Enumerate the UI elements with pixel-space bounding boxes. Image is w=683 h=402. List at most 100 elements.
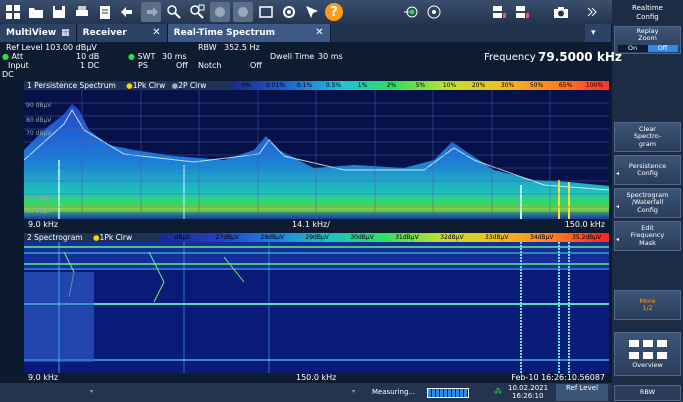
run-single-icon[interactable] bbox=[401, 2, 421, 22]
rbw-status-button[interactable]: RBW bbox=[614, 385, 681, 401]
multi-zoom-icon[interactable] bbox=[187, 2, 207, 22]
ps-value: Off bbox=[176, 61, 188, 70]
layout-icon[interactable] bbox=[489, 2, 509, 22]
expand-icon[interactable] bbox=[581, 2, 601, 22]
scale-label: 1% bbox=[357, 82, 368, 89]
close-icon[interactable]: ✕ bbox=[315, 24, 323, 42]
spectrogram-config-button[interactable]: ◂ Spectrogram /Waterfall Config bbox=[614, 188, 681, 218]
x-start: 9.0 kHz bbox=[28, 373, 59, 382]
zoom-icon[interactable] bbox=[164, 2, 184, 22]
dropdown-icon[interactable]: ▾ bbox=[90, 388, 93, 395]
scale-label: 32dBµV bbox=[440, 234, 464, 241]
x-span: 14.1 kHz/ bbox=[292, 220, 330, 229]
help-pointer-icon[interactable] bbox=[302, 2, 322, 22]
trace2-label: 2P Clrw bbox=[178, 81, 207, 90]
timestamp: Feb-10 16:26:10.56087 bbox=[511, 373, 605, 382]
frequency-value[interactable]: 79.5000 kHz bbox=[538, 50, 622, 64]
overview-button[interactable]: Overview bbox=[614, 332, 681, 376]
run-cont-icon[interactable] bbox=[424, 2, 444, 22]
measuring-label: Measuring... bbox=[372, 388, 416, 396]
scale-label: 50% bbox=[529, 82, 544, 89]
scale-label: 0.1% bbox=[296, 82, 313, 89]
scale-label: 28dBµV bbox=[260, 234, 284, 241]
scale-label: 2% bbox=[386, 82, 397, 89]
scale-label: 0.5% bbox=[325, 82, 342, 89]
spectrogram-config-label: Spectrogram /Waterfall Config bbox=[626, 190, 669, 214]
input-value: 1 DC bbox=[80, 61, 100, 70]
settings-icon[interactable] bbox=[279, 2, 299, 22]
scale-label: 10% bbox=[442, 82, 457, 89]
swt-value: 30 ms bbox=[162, 52, 187, 61]
tab-receiver[interactable]: Receiver ✕ bbox=[76, 24, 168, 42]
edit-frequency-mask-label: Edit Frequency Mask bbox=[630, 223, 665, 247]
x-start: 9.0 kHz bbox=[28, 220, 59, 229]
time: 16:26:10 bbox=[512, 392, 544, 400]
dc-label: DC bbox=[2, 70, 14, 79]
scale-label: 30% bbox=[500, 82, 515, 89]
scale-label: 0.01% bbox=[265, 82, 286, 89]
indicator-icon: ◂ bbox=[616, 203, 620, 210]
input-label: Input bbox=[8, 61, 29, 70]
tab-bar: MultiView ▦ Receiver ✕ Real-Time Spectru… bbox=[0, 24, 612, 42]
sidebar-title: Realtime Config bbox=[632, 4, 663, 21]
fullscreen-icon[interactable] bbox=[256, 2, 276, 22]
ps-label: PS bbox=[138, 61, 148, 70]
layout2-icon[interactable] bbox=[512, 2, 532, 22]
off-option[interactable]: Off bbox=[647, 44, 678, 53]
tab-multiview-label: MultiView bbox=[6, 28, 57, 38]
open-folder-icon[interactable] bbox=[26, 2, 46, 22]
indicator-icon: ◂ bbox=[616, 170, 620, 177]
zoom-fit-icon bbox=[233, 2, 253, 22]
tab-rts-label: Real-Time Spectrum bbox=[173, 28, 276, 38]
close-icon[interactable]: ✕ bbox=[152, 24, 160, 42]
on-option[interactable]: On bbox=[617, 44, 648, 53]
camera-icon[interactable] bbox=[551, 2, 571, 22]
spectrogram-color-scale: dBµV 27dBµV 28dBµV 29dBµV 30dBµV 31dBµV 32dBµV… bbox=[160, 233, 609, 242]
trace1-label: 1Pk Clrw bbox=[99, 233, 133, 242]
frequency-label: Frequency bbox=[484, 52, 536, 63]
clipboard-icon[interactable] bbox=[95, 2, 115, 22]
edit-frequency-mask-button[interactable]: ◂ Edit Frequency Mask bbox=[614, 221, 681, 251]
replay-zoom-label: Replay Zoom bbox=[636, 26, 659, 43]
persistence-config-label: Persistence Config bbox=[628, 161, 667, 177]
scale-label: 30dBµV bbox=[350, 234, 374, 241]
scale-label: 34dBµV bbox=[529, 234, 554, 241]
persistence-config-button[interactable]: ◂ Persistence Config bbox=[614, 155, 681, 185]
windows-icon[interactable] bbox=[3, 2, 23, 22]
notch-label: Notch bbox=[198, 61, 222, 70]
dwell-label: Dwell Time bbox=[270, 52, 315, 61]
scale-label: 31dBµV bbox=[395, 234, 419, 241]
scale-label: 5% bbox=[415, 82, 426, 89]
persistence-plot bbox=[24, 90, 609, 219]
print-icon[interactable] bbox=[72, 2, 92, 22]
scale-label: 0% bbox=[241, 82, 252, 89]
dropdown-icon[interactable]: ▾ bbox=[352, 388, 355, 395]
spectrogram-title: 2 Spectrogram bbox=[27, 233, 83, 242]
tab-realtime-spectrum[interactable]: Real-Time Spectrum ✕ bbox=[167, 24, 331, 42]
att-label-text: Att bbox=[11, 52, 24, 61]
indicator-icon: ◂ bbox=[616, 236, 620, 243]
more-button[interactable]: More 1/2 bbox=[614, 290, 681, 320]
scale-label: 33dBµV bbox=[485, 234, 509, 241]
help-icon[interactable]: ? bbox=[325, 3, 343, 21]
redo-icon bbox=[141, 2, 161, 22]
att-label: ● Att bbox=[2, 52, 24, 61]
ref-level: Ref Level 103.00 dBµV bbox=[6, 43, 97, 52]
clear-spectrogram-button[interactable]: Clear Spectro- gram bbox=[614, 122, 681, 152]
att-value: 10 dB bbox=[76, 52, 100, 61]
scale-label: 100% bbox=[585, 82, 604, 89]
tab-menu-icon[interactable]: ▾ bbox=[585, 24, 612, 42]
tab-receiver-label: Receiver bbox=[82, 28, 127, 38]
tab-multiview[interactable]: MultiView ▦ bbox=[0, 24, 77, 42]
ref-level-status-button[interactable]: Ref Level bbox=[556, 384, 608, 401]
y-label-10: 10 dBµV bbox=[26, 208, 52, 215]
progress-bar bbox=[427, 388, 469, 398]
scale-label: 27dBµV bbox=[215, 234, 240, 241]
date: 10.02.2021 bbox=[508, 384, 549, 392]
save-icon[interactable] bbox=[49, 2, 69, 22]
trace1-label: 1Pk Clrw bbox=[132, 81, 166, 90]
replay-zoom-button[interactable]: Replay Zoom On Off bbox=[614, 26, 681, 54]
scale-label: 65% bbox=[558, 82, 573, 89]
rbw-value: 352.5 Hz bbox=[224, 43, 260, 52]
undo-icon[interactable] bbox=[118, 2, 138, 22]
